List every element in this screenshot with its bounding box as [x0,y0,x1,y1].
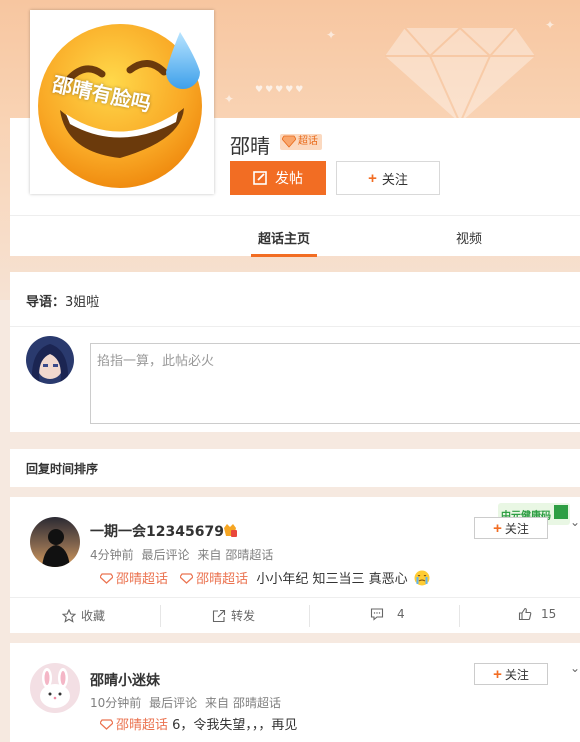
topic-avatar[interactable]: 邵晴有脸吗 [30,10,214,194]
guide-text: 3姐啦 [65,295,100,310]
chevron-down-icon[interactable]: ⌄ [570,515,580,529]
post-source-link[interactable]: 邵晴超话 [225,548,273,562]
follow-user-button[interactable]: + 关注 [474,517,548,539]
comment-button[interactable]: 4 [370,607,405,621]
edit-icon [253,171,267,185]
current-user-avatar[interactable] [26,336,74,384]
post-button-label: 发帖 [275,170,303,186]
topic-tag-label: 邵晴超话 [116,718,169,733]
chevron-down-icon[interactable]: ⌄ [570,661,580,675]
source-prefix: 来自 [197,548,222,562]
plus-icon: + [493,519,502,537]
follow-user-label: 关注 [504,521,529,536]
topic-tabs: 超话主页 视频 [10,215,580,257]
comment-icon [370,608,384,621]
super-topic-badge: 超话 [280,134,322,150]
divider [10,326,580,327]
like-count: 15 [541,607,557,621]
guide-row: 导语：3姐啦 [26,291,99,310]
diamond-icon [100,719,113,730]
sparkle-icon: ✦ [326,28,337,42]
diamond-decoration-icon [385,28,535,123]
post-meta: 4分钟前 最后评论 来自 邵晴超话 [90,546,277,563]
topic-tag-link[interactable]: 邵晴超话 [100,572,172,587]
post-time: 10分钟前 [90,696,142,710]
sunset-silhouette-avatar-icon [30,517,80,567]
topic-tag-link[interactable]: 邵晴超话 [100,718,172,733]
forward-label: 转发 [231,609,256,623]
divider [459,605,460,627]
guide-and-composer-card: 导语：3姐啦 [10,272,580,432]
divider [160,605,161,627]
post-meta: 10分钟前 最后评论 来自 邵晴超话 [90,694,285,711]
thumbs-up-icon [518,607,532,621]
crying-emoji-icon [414,570,430,586]
avatar[interactable] [30,663,80,713]
favorite-button[interactable]: 收藏 [62,607,105,624]
post-time: 4分钟前 [90,548,134,562]
post-content: 邵晴超话 6，令我失望，，，再见 [100,714,297,733]
sort-by-reply-time[interactable]: 回复时间排序 [26,460,98,477]
like-button[interactable]: 15 [518,607,556,621]
post-content: 邵晴超话 邵晴超话 小小年纪 知三当三 真恶心 [100,568,430,587]
post-meta-label: 最后评论 [149,696,198,710]
post-source-link[interactable]: 邵晴超话 [233,696,281,710]
badge-label: 超话 [298,136,318,147]
hearts-decoration: ♥♥♥♥♥ [255,85,306,95]
plus-icon: + [368,169,377,187]
star-icon [62,608,76,623]
vip-badge-icon [224,524,237,537]
anime-avatar-icon [26,336,74,384]
follow-user-label: 关注 [504,667,529,682]
feed-post: 邵晴小迷妹 10分钟前 最后评论 来自 邵晴超话 邵晴超话 6，令我失望，，，再见… [10,643,580,742]
sparkle-icon: ✦ [545,18,556,32]
source-prefix: 来自 [204,696,229,710]
sort-bar: 回复时间排序 [10,449,580,487]
post-action-bar: 收藏 转发 4 15 [10,597,580,633]
post-body-text: 小小年纪 知三当三 真恶心 [256,572,408,587]
sparkle-icon: ✦ [224,92,235,106]
topic-title: 邵晴 [230,134,270,158]
plush-bunny-avatar-icon [30,663,80,713]
diamond-icon [100,573,113,584]
diamond-icon [180,573,194,584]
follow-user-button[interactable]: + 关注 [474,663,548,685]
forward-button[interactable]: 转发 [212,607,255,624]
follow-topic-button[interactable]: + 关注 [336,161,440,195]
composer-input[interactable] [90,343,580,424]
feed-post: 一期一会12345679 4分钟前 最后评论 来自 邵晴超话 邵晴超话 邵晴超话 … [10,497,580,633]
post-body-text: 6，令我失望，，，再见 [172,718,298,733]
topic-tag-link[interactable]: 邵晴超话 [180,572,252,587]
share-icon [212,609,226,622]
plus-icon: + [493,665,502,683]
guide-label: 导语： [26,295,66,310]
divider [309,605,310,627]
tab-video[interactable]: 视频 [456,228,482,247]
post-meta-label: 最后评论 [141,548,190,562]
post-username[interactable]: 一期一会12345679 [90,521,224,541]
avatar[interactable] [30,517,80,567]
post-username[interactable]: 邵晴小迷妹 [90,670,160,690]
favorite-label: 收藏 [81,609,106,623]
diamond-icon [282,135,296,148]
follow-topic-label: 关注 [381,171,408,187]
topic-tag-label: 邵晴超话 [116,572,169,587]
post-button[interactable]: 发帖 [230,161,326,195]
topic-tag-label: 邵晴超话 [196,572,249,587]
comment-count: 4 [397,607,405,621]
tab-topic-home[interactable]: 超话主页 [250,228,318,257]
